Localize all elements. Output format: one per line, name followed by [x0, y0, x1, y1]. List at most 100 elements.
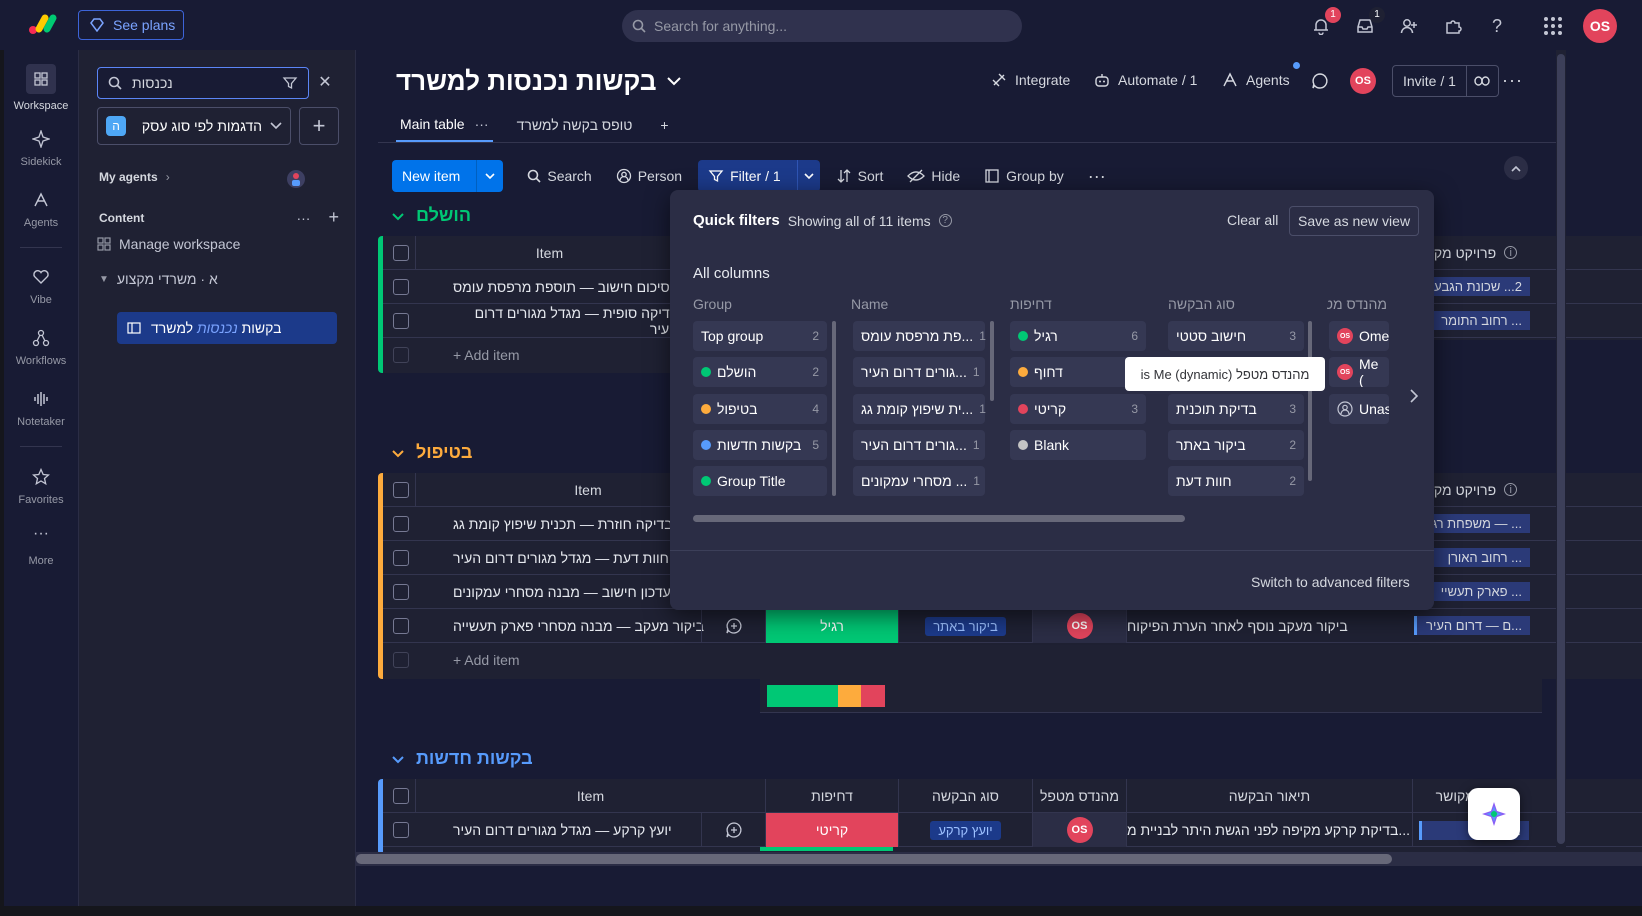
- filter-chip-person[interactable]: OS Me (: [1329, 357, 1389, 387]
- hide-button[interactable]: Hide: [899, 160, 968, 192]
- rail-workspace[interactable]: Workspace: [4, 64, 78, 112]
- column-scrollbar[interactable]: [990, 321, 994, 401]
- app-switcher-grid-icon[interactable]: [1541, 14, 1565, 38]
- filter-chip-name[interactable]: ...גורים דרום העיר 1: [853, 357, 985, 387]
- filter-chip-person[interactable]: OS Ome: [1329, 321, 1389, 351]
- select-all-checkbox[interactable]: [393, 482, 409, 498]
- column-header-project[interactable]: פרויקט מקוש i: [1406, 473, 1642, 507]
- filter-chip-group[interactable]: הושלם 2: [693, 357, 827, 387]
- apps-puzzle-icon[interactable]: [1441, 14, 1465, 38]
- board-menu-icon[interactable]: ···: [1502, 70, 1523, 91]
- filter-chip-name[interactable]: ...ית שיפוץ קומת גג 1: [853, 394, 986, 424]
- invite-button[interactable]: Invite / 1: [1392, 65, 1499, 97]
- add-item-row[interactable]: + Add item: [383, 338, 678, 372]
- save-as-new-view-button[interactable]: Save as new view: [1289, 206, 1420, 236]
- table-row[interactable]: יועץ קרקע — מגדל מגורים דרום העיר קריטי …: [383, 813, 1642, 847]
- horizontal-scrollbar-track[interactable]: [356, 852, 1642, 866]
- table-row[interactable]: בדיקה סופית — מגדל מגורים דרום העיר: [383, 304, 678, 338]
- item-name[interactable]: בדיקה חוזרת — תכנית שיפוץ קומת גג: [453, 507, 673, 541]
- vertical-scrollbar-thumb[interactable]: [1557, 54, 1565, 844]
- board-owner-avatar[interactable]: OS: [1350, 68, 1376, 94]
- chevron-down-icon[interactable]: [796, 160, 820, 192]
- close-search-icon[interactable]: ✕: [317, 74, 333, 91]
- row-checkbox[interactable]: [393, 618, 409, 634]
- filter-chip-group[interactable]: Group Title: [693, 466, 827, 496]
- updates-chat-icon[interactable]: [1310, 71, 1330, 91]
- project-cell[interactable]: ... רחוב התומר: [1406, 304, 1642, 338]
- add-update-icon[interactable]: [701, 813, 765, 847]
- user-avatar[interactable]: OS: [1583, 9, 1617, 43]
- filter-chip-group[interactable]: Top group 2: [693, 321, 827, 351]
- column-header-description[interactable]: תיאור הבקשה: [1126, 779, 1412, 813]
- add-view-button[interactable]: +: [656, 108, 672, 142]
- invite-members-icon[interactable]: [1397, 14, 1421, 38]
- column-scrollbar[interactable]: [1308, 321, 1312, 481]
- person-filter-button[interactable]: Person: [608, 160, 690, 192]
- column-header-project[interactable]: פרויקט מקוש i: [1406, 236, 1642, 270]
- tab-main-table[interactable]: Main table ···: [396, 108, 493, 142]
- rail-notetaker[interactable]: Notetaker: [4, 390, 78, 428]
- add-to-workspace-button[interactable]: +: [299, 107, 339, 145]
- rail-agents[interactable]: Agents: [4, 191, 78, 229]
- filter-chip-priority[interactable]: Blank: [1010, 430, 1146, 460]
- select-all-checkbox[interactable]: [393, 245, 409, 261]
- new-item-button[interactable]: New item: [392, 160, 504, 192]
- add-update-icon[interactable]: [701, 609, 765, 643]
- inbox-icon[interactable]: 1: [1353, 7, 1385, 38]
- filter-columns-scrollbar[interactable]: [693, 515, 1185, 522]
- filter-chip-name[interactable]: ... מסחרי עמקונים 1: [853, 466, 985, 496]
- rail-workflows[interactable]: Workflows: [4, 329, 78, 367]
- column-header-item[interactable]: Item: [415, 236, 683, 270]
- sidebar-board-item[interactable]: בקשות נכנסות למשרד: [117, 312, 337, 344]
- filter-chip-type[interactable]: בדיקת תוכנית 3: [1168, 394, 1304, 424]
- integrate-button[interactable]: Integrate: [991, 72, 1070, 88]
- monday-logo-icon[interactable]: [28, 13, 60, 35]
- item-name[interactable]: חוות דעת — מגדל מגורים דרום העיר: [453, 541, 669, 575]
- add-item-label[interactable]: + Add item: [453, 338, 520, 372]
- workspace-selector[interactable]: ה הדגמות לפי סוג עסק: [97, 107, 291, 145]
- group-header-done[interactable]: הושלם: [392, 205, 471, 226]
- chevron-right-icon[interactable]: [1404, 386, 1424, 406]
- select-all-checkbox[interactable]: [393, 788, 409, 804]
- project-cell[interactable]: 2... שכונת הגבע: [1406, 270, 1642, 304]
- vertical-scrollbar-track[interactable]: [1556, 50, 1566, 852]
- engineer-cell[interactable]: OS: [1032, 609, 1126, 643]
- board-title[interactable]: בקשות נכנסות למשרד: [396, 66, 681, 97]
- filter-button[interactable]: Filter / 1: [698, 160, 820, 192]
- my-agents-link[interactable]: My agents ›: [99, 170, 170, 184]
- request-type-cell[interactable]: יועץ קרקע: [898, 813, 1032, 847]
- item-name[interactable]: סיכום חישוב — תוספת מרפסת עומס: [453, 270, 670, 304]
- table-row[interactable]: סיכום חישוב — תוספת מרפסת עומס: [383, 270, 678, 304]
- priority-distribution-bar[interactable]: [767, 685, 885, 707]
- see-plans-button[interactable]: See plans: [78, 10, 184, 40]
- project-cell[interactable]: ...ם — דרום העיר: [1406, 609, 1642, 643]
- global-search-input[interactable]: Search for anything...: [622, 10, 1022, 42]
- row-checkbox[interactable]: [393, 822, 409, 838]
- help-icon[interactable]: ?: [1485, 14, 1509, 38]
- clear-all-button[interactable]: Clear all: [1227, 212, 1278, 228]
- description-cell[interactable]: ביקור מעקב נוסף לאחר הערת הפיקוח: [1126, 609, 1412, 643]
- project-cell[interactable]: ... רחוב האורן: [1406, 541, 1642, 575]
- row-checkbox[interactable]: [393, 584, 409, 600]
- switch-to-advanced-filters-link[interactable]: Switch to advanced filters: [1251, 574, 1410, 590]
- filter-chip-priority[interactable]: רגיל 6: [1010, 321, 1146, 351]
- rail-sidekick[interactable]: Sidekick: [4, 128, 78, 168]
- info-icon[interactable]: i: [1504, 246, 1518, 259]
- filter-funnel-icon[interactable]: [282, 75, 298, 91]
- filter-chip-type[interactable]: חוות דעת 2: [1168, 466, 1304, 496]
- project-cell[interactable]: ... פארק תעשיי: [1406, 575, 1642, 609]
- row-checkbox[interactable]: [393, 279, 409, 295]
- chevron-down-icon[interactable]: [392, 205, 404, 226]
- row-checkbox[interactable]: [393, 550, 409, 566]
- item-name[interactable]: עדכון חישוב — מבנה מסחרי עמקונים: [453, 575, 671, 609]
- table-row[interactable]: ביקור מעקב — מבנה מסחרי פארק תעשייה רגיל…: [383, 609, 1542, 643]
- folder-item[interactable]: ▼ א · משרדי מקצוע: [99, 271, 218, 287]
- help-circle-icon[interactable]: ?: [938, 214, 952, 227]
- filter-chip-group[interactable]: בקשות חדשות 5: [693, 430, 827, 460]
- sidebar-search-input[interactable]: נכנסות: [97, 67, 309, 99]
- agents-button[interactable]: Agents: [1222, 72, 1290, 88]
- copy-link-icon[interactable]: [1465, 66, 1498, 96]
- manage-workspace-link[interactable]: Manage workspace: [97, 236, 240, 252]
- horizontal-scrollbar-thumb[interactable]: [356, 854, 1392, 864]
- description-cell[interactable]: ...בדיקת קרקע מקיפה לפני הגשת היתר לבניי…: [1126, 813, 1412, 847]
